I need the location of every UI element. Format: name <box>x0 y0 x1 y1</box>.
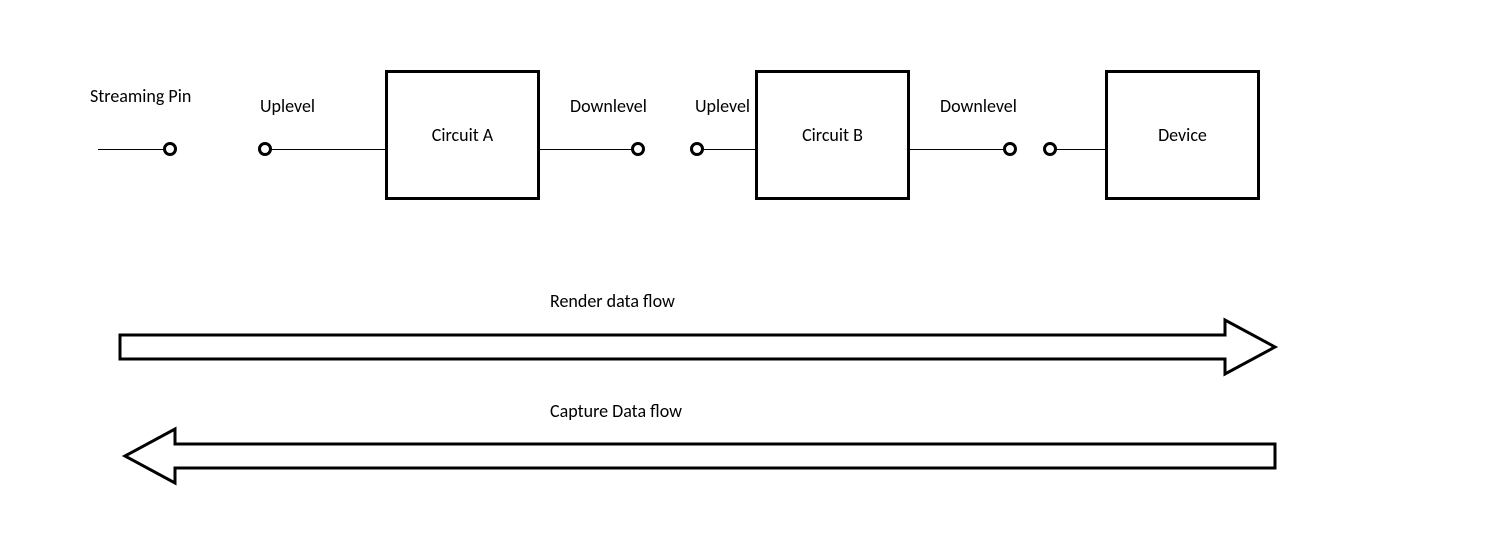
arrow-capture <box>0 0 1488 555</box>
